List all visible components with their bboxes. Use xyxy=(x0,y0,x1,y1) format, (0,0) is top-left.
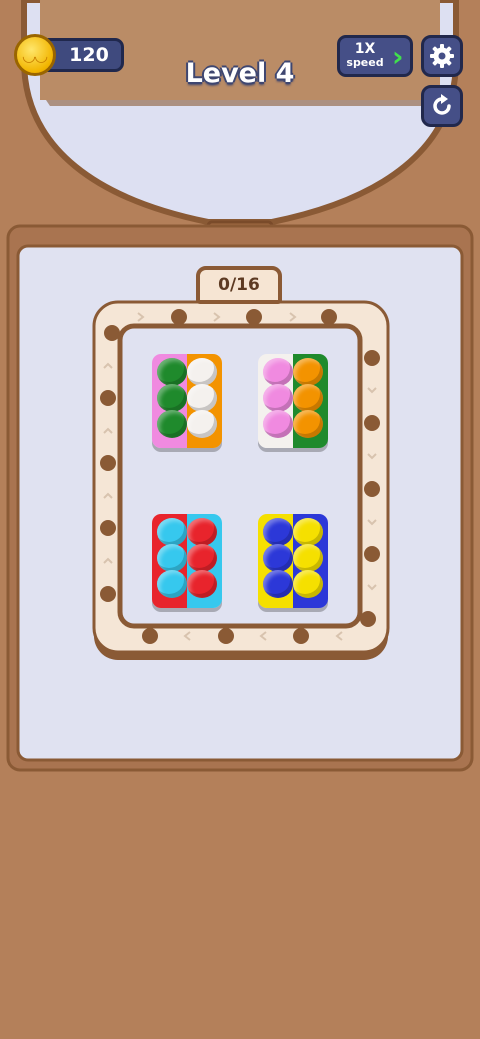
ball xyxy=(293,358,323,386)
ball xyxy=(293,570,323,598)
ball xyxy=(187,358,217,386)
ball xyxy=(263,384,293,412)
ball xyxy=(263,544,293,572)
ball xyxy=(157,544,187,572)
tray-top-right[interactable] xyxy=(258,354,328,448)
gear-icon xyxy=(430,44,454,68)
ball xyxy=(263,410,293,438)
ball xyxy=(293,384,323,412)
ball xyxy=(157,570,187,598)
speed-button[interactable]: 1X speed › xyxy=(337,35,413,77)
ball xyxy=(293,518,323,546)
ball xyxy=(293,410,323,438)
progress-counter: 0/16 xyxy=(196,266,282,304)
ball xyxy=(157,518,187,546)
progress-text: 0/16 xyxy=(218,275,260,295)
chevron-right-icon: › xyxy=(392,39,404,73)
ball xyxy=(157,384,187,412)
ball xyxy=(157,410,187,438)
ball xyxy=(157,358,187,386)
ball xyxy=(187,544,217,572)
speed-multiplier: 1X xyxy=(354,41,376,57)
ball xyxy=(263,570,293,598)
game-background xyxy=(6,0,474,772)
ball xyxy=(187,570,217,598)
tray-bottom-right[interactable] xyxy=(258,514,328,608)
ball xyxy=(263,358,293,386)
settings-button[interactable] xyxy=(421,35,463,77)
ball xyxy=(293,544,323,572)
tray-bottom-left[interactable] xyxy=(152,514,222,608)
tray-top-left[interactable] xyxy=(152,354,222,448)
ball xyxy=(263,518,293,546)
restart-icon xyxy=(433,94,451,115)
ball xyxy=(187,410,217,438)
ball xyxy=(187,518,217,546)
top-shelf-edge xyxy=(46,100,434,106)
restart-button[interactable] xyxy=(421,85,463,127)
ball xyxy=(187,384,217,412)
speed-label: speed xyxy=(346,56,384,69)
